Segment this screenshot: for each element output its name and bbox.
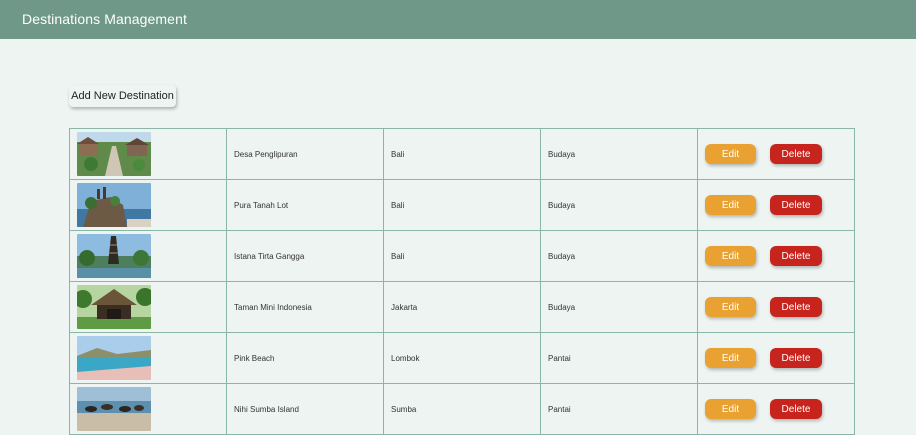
delete-button[interactable]: Delete: [770, 195, 822, 215]
destination-location: Jakarta: [384, 282, 541, 332]
add-destination-button[interactable]: Add New Destination: [69, 85, 176, 107]
water-palace-photo: [77, 234, 151, 278]
destination-category: Budaya: [541, 231, 698, 281]
delete-button[interactable]: Delete: [770, 348, 822, 368]
edit-button[interactable]: Edit: [705, 195, 756, 215]
header-bar: Destinations Management: [0, 0, 916, 39]
destination-name: Desa Penglipuran: [227, 129, 384, 179]
horses-beach-photo: [77, 387, 151, 431]
destination-name: Pink Beach: [227, 333, 384, 383]
beach-photo: [77, 336, 151, 380]
delete-button[interactable]: Delete: [770, 144, 822, 164]
edit-button[interactable]: Edit: [705, 144, 756, 164]
destination-category: Pantai: [541, 333, 698, 383]
destination-name: Taman Mini Indonesia: [227, 282, 384, 332]
village-road-photo: [77, 132, 151, 176]
destination-category: Budaya: [541, 129, 698, 179]
sea-temple-photo: [77, 183, 151, 227]
delete-button[interactable]: Delete: [770, 399, 822, 419]
destination-location: Bali: [384, 129, 541, 179]
delete-button[interactable]: Delete: [770, 246, 822, 266]
edit-button[interactable]: Edit: [705, 348, 756, 368]
destination-location: Bali: [384, 231, 541, 281]
table-row: Nihi Sumba Island Sumba Pantai Edit Dele…: [70, 384, 855, 435]
destination-location: Sumba: [384, 384, 541, 434]
destination-location: Lombok: [384, 333, 541, 383]
destination-category: Budaya: [541, 282, 698, 332]
edit-button[interactable]: Edit: [705, 399, 756, 419]
table-row: Desa Penglipuran Bali Budaya Edit Delete: [70, 129, 855, 180]
destination-name: Nihi Sumba Island: [227, 384, 384, 434]
traditional-house-photo: [77, 285, 151, 329]
destination-category: Pantai: [541, 384, 698, 434]
destination-name: Istana Tirta Gangga: [227, 231, 384, 281]
destination-name: Pura Tanah Lot: [227, 180, 384, 230]
table-row: Taman Mini Indonesia Jakarta Budaya Edit…: [70, 282, 855, 333]
page-title: Destinations Management: [22, 11, 187, 27]
destinations-table: Desa Penglipuran Bali Budaya Edit Delete…: [69, 128, 855, 435]
table-row: Pink Beach Lombok Pantai Edit Delete: [70, 333, 855, 384]
delete-button[interactable]: Delete: [770, 297, 822, 317]
destination-location: Bali: [384, 180, 541, 230]
table-row: Istana Tirta Gangga Bali Budaya Edit Del…: [70, 231, 855, 282]
edit-button[interactable]: Edit: [705, 297, 756, 317]
destination-category: Budaya: [541, 180, 698, 230]
table-row: Pura Tanah Lot Bali Budaya Edit Delete: [70, 180, 855, 231]
edit-button[interactable]: Edit: [705, 246, 756, 266]
